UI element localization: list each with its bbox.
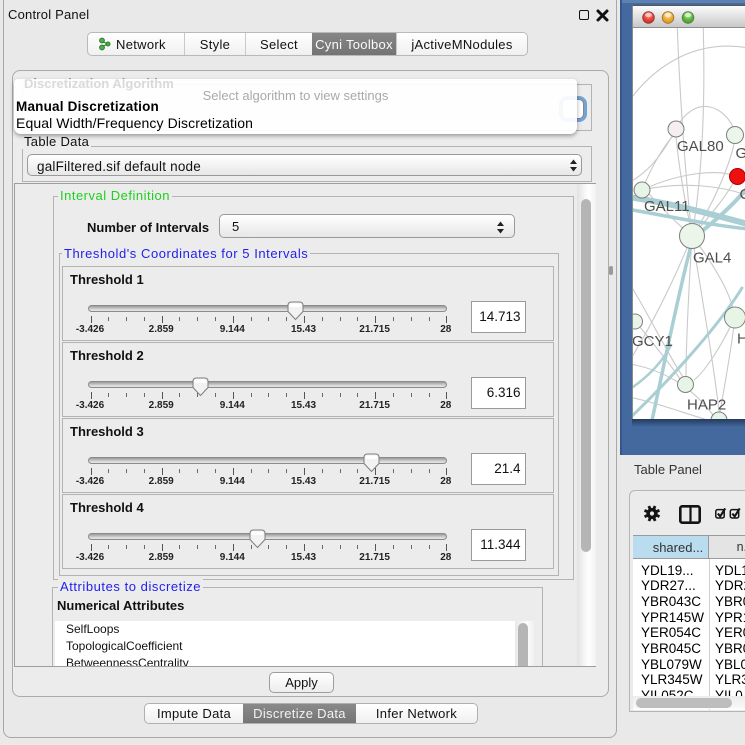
svg-text:HAP2: HAP2 (687, 396, 726, 413)
svg-text:GAL11: GAL11 (644, 198, 690, 215)
svg-text:H: H (737, 330, 745, 347)
svg-text:GAL4: GAL4 (693, 250, 731, 267)
svg-text:GAL80: GAL80 (677, 138, 724, 155)
svg-text:G.: G. (736, 145, 745, 162)
svg-text:GCY1: GCY1 (633, 333, 673, 350)
svg-text:C: C (740, 186, 745, 203)
